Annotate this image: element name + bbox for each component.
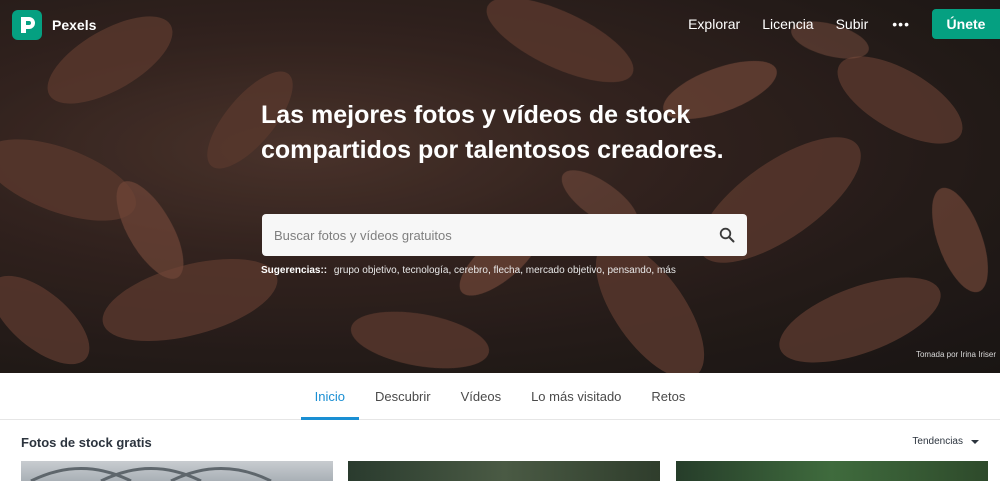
photo-credit[interactable]: Tomada por Irina Iriser bbox=[916, 350, 996, 359]
brand-logo[interactable]: Pexels bbox=[12, 10, 96, 40]
suggestion-link[interactable]: pensando bbox=[607, 265, 651, 276]
hero-banner: Pexels Explorar Licencia Subir ••• Únete… bbox=[0, 0, 1000, 373]
suggestion-link[interactable]: tecnología bbox=[402, 265, 448, 276]
search-input[interactable] bbox=[262, 214, 707, 256]
photo-thumbnail[interactable] bbox=[21, 461, 333, 481]
hero-headline: Las mejores fotos y vídeos de stock comp… bbox=[261, 101, 724, 164]
nav-license-link[interactable]: Licencia bbox=[762, 16, 813, 32]
section-title: Fotos de stock gratis bbox=[21, 435, 152, 450]
suggestion-more-link[interactable]: más bbox=[657, 265, 676, 276]
suggestion-link[interactable]: flecha bbox=[494, 265, 521, 276]
more-menu-icon[interactable]: ••• bbox=[892, 16, 910, 32]
top-navigation: Pexels Explorar Licencia Subir ••• Únete bbox=[0, 0, 1000, 50]
sort-dropdown[interactable]: Tendencias bbox=[912, 436, 979, 447]
photo-thumbnail[interactable] bbox=[348, 461, 660, 481]
suggestion-link[interactable]: cerebro bbox=[454, 265, 488, 276]
suggestions-label: Sugerencias:: bbox=[261, 265, 328, 276]
nav-links: Explorar Licencia Subir ••• Únete bbox=[666, 9, 1000, 39]
photo-thumbnail[interactable] bbox=[676, 461, 988, 481]
search-suggestions: Sugerencias:: grupo objetivo, tecnología… bbox=[261, 265, 676, 276]
search-icon[interactable] bbox=[707, 214, 747, 256]
tab-videos[interactable]: Vídeos bbox=[447, 373, 515, 419]
chevron-down-icon bbox=[971, 439, 979, 444]
tab-most-visited[interactable]: Lo más visitado bbox=[517, 373, 635, 419]
hero-overlay bbox=[0, 0, 1000, 373]
brand-name: Pexels bbox=[52, 17, 97, 33]
pexels-logo-icon bbox=[12, 10, 42, 40]
suggestion-link[interactable]: grupo objetivo bbox=[334, 265, 397, 276]
tab-challenges[interactable]: Retos bbox=[637, 373, 699, 419]
nav-explore-link[interactable]: Explorar bbox=[688, 16, 740, 32]
tab-discover[interactable]: Descubrir bbox=[361, 373, 445, 419]
nav-upload-link[interactable]: Subir bbox=[836, 16, 869, 32]
tab-home[interactable]: Inicio bbox=[300, 373, 360, 420]
sort-label: Tendencias bbox=[912, 436, 963, 447]
search-bar bbox=[262, 214, 747, 256]
content-tabs: Inicio Descubrir Vídeos Lo más visitado … bbox=[0, 373, 1000, 420]
join-button[interactable]: Únete bbox=[932, 9, 1000, 39]
suggestion-link[interactable]: mercado objetivo bbox=[526, 265, 602, 276]
